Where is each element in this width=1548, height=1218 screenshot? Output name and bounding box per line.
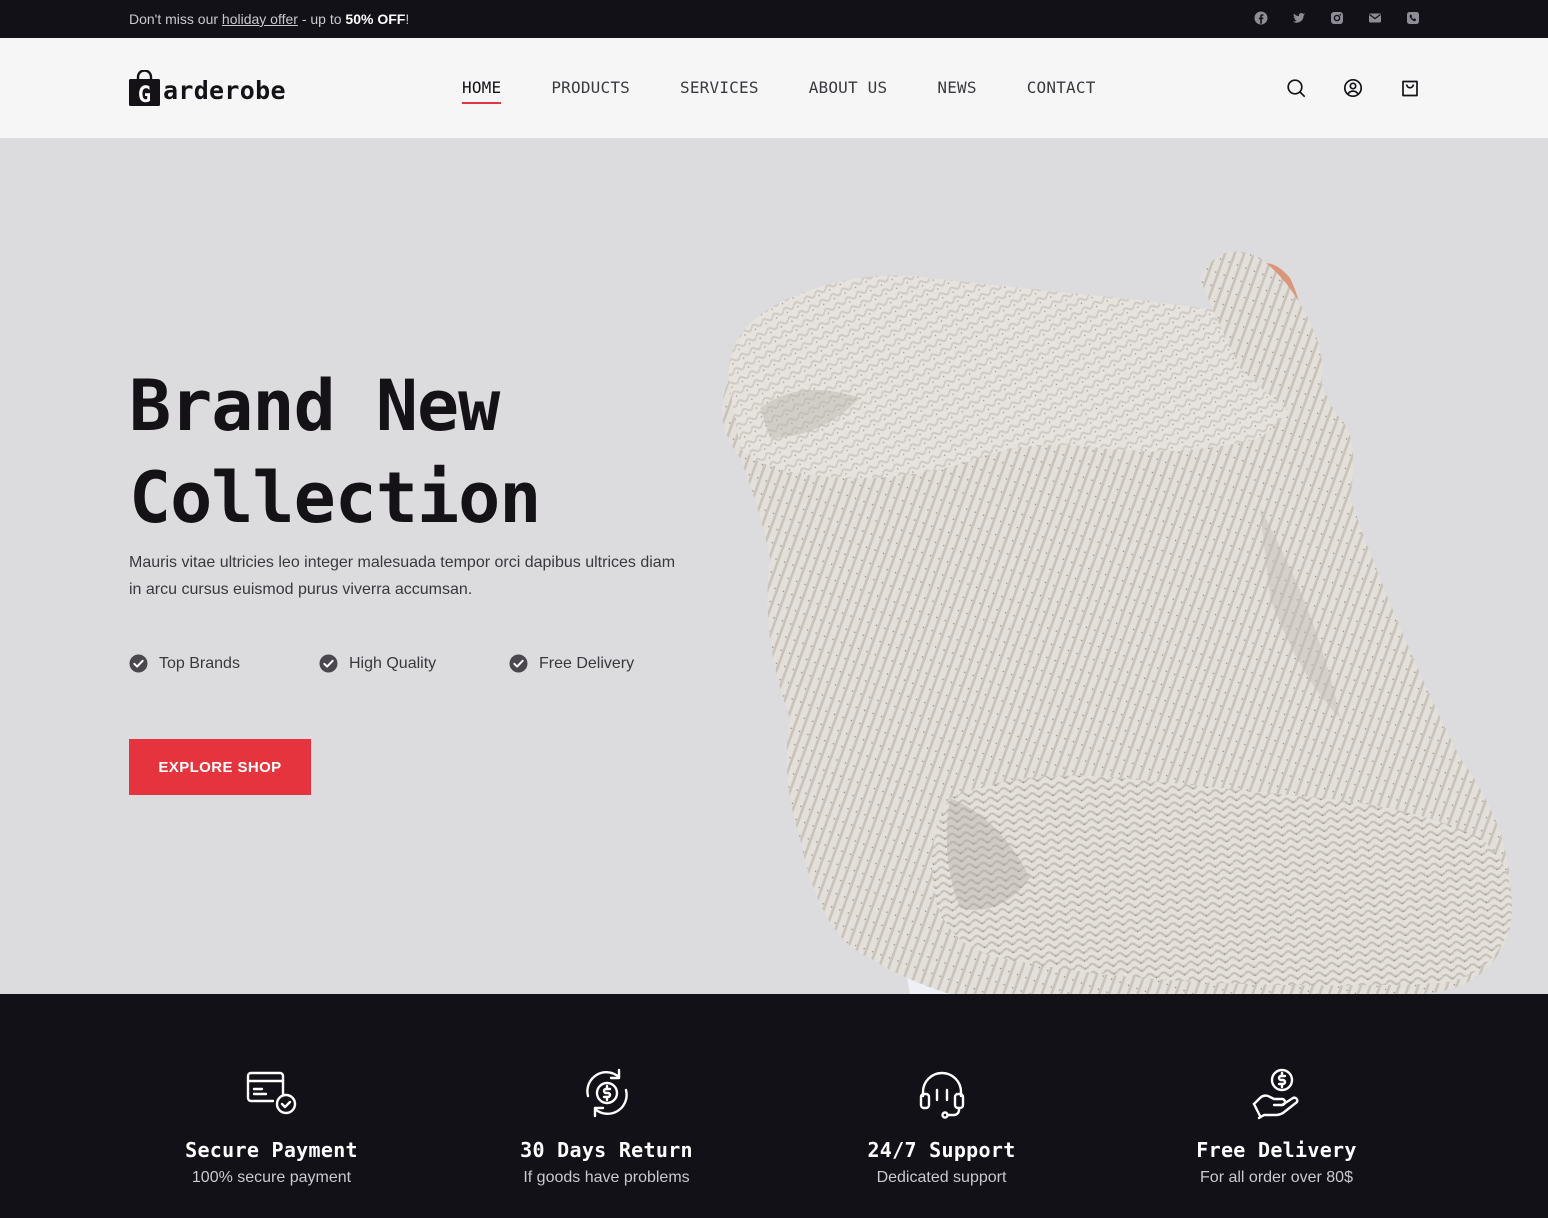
nav-products[interactable]: PRODUCTS [551,78,630,98]
nav-about-us[interactable]: ABOUT US [809,78,888,98]
nav-services[interactable]: SERVICES [680,78,759,98]
check-circle-icon [509,654,528,673]
hand-coin-icon [1250,1066,1304,1120]
check-circle-icon [319,654,338,673]
check-circle-icon [129,654,148,673]
benefit-subtitle: Dedicated support [876,1169,1007,1186]
money-return-icon [580,1066,634,1120]
phone-icon[interactable] [1406,11,1420,25]
shopping-bag-logo-icon: G [129,69,160,108]
cart-icon[interactable] [1400,78,1420,98]
site-header: G arderobe HOME PRODUCTS SERVICES ABOUT … [0,38,1548,138]
benefit-item: 30 Days Return If goods have problems [439,994,774,1218]
mail-icon[interactable] [1368,11,1382,25]
main-nav: HOME PRODUCTS SERVICES ABOUT US NEWS CON… [462,78,1146,104]
nav-news[interactable]: NEWS [937,78,976,98]
holiday-offer-link[interactable]: holiday offer [222,11,298,27]
logo-text: arderobe [163,76,286,105]
benefit-subtitle: 100% secure payment [191,1169,352,1186]
twitter-icon[interactable] [1292,11,1306,25]
benefit-title: 24/7 Support [867,1138,1016,1162]
hero-title-line-1: Brand New [129,365,500,447]
benefit-item: 24/7 Support Dedicated support [774,994,1109,1218]
logo-letter: G [138,83,151,106]
social-links [1254,11,1420,25]
benefits-section: Secure Payment 100% secure payment 30 Da… [0,994,1548,1218]
benefit-title: 30 Days Return [520,1138,693,1162]
hero-features: Top Brands High Quality Free Delivery [129,654,699,673]
header-actions [1286,78,1420,98]
benefit-title: Free Delivery [1196,1138,1357,1162]
headset-icon [915,1066,969,1120]
facebook-icon[interactable] [1254,11,1268,25]
hero-title-line-2: Collection [129,457,541,539]
top-bar: Don't miss our holiday offer - up to 50%… [0,0,1548,38]
logo[interactable]: G arderobe [129,69,286,108]
promo-text: Don't miss our holiday offer - up to 50%… [129,11,410,27]
hero-section: Brand New Collection Mauris vitae ultric… [0,138,1548,994]
benefit-subtitle: If goods have problems [523,1169,690,1186]
feature-item: Free Delivery [509,654,699,673]
hero-sweater-photo [722,251,1512,994]
benefit-item: Secure Payment 100% secure payment [104,994,439,1218]
feature-label: Free Delivery [539,654,635,672]
discount-text: 50% OFF [345,11,406,27]
feature-label: Top Brands [159,654,240,672]
benefit-title: Secure Payment [185,1138,358,1162]
user-icon[interactable] [1343,78,1363,98]
benefit-subtitle: For all order over 80$ [1200,1169,1353,1186]
nav-contact[interactable]: CONTACT [1027,78,1096,98]
explore-shop-button[interactable]: EXPLORE SHOP [129,739,311,795]
benefit-item: Free Delivery For all order over 80$ [1109,994,1444,1218]
nav-home[interactable]: HOME [462,78,502,104]
hero-description: Mauris vitae ultricies leo integer males… [129,554,676,598]
instagram-icon[interactable] [1330,11,1344,25]
credit-card-check-icon [245,1066,299,1120]
search-icon[interactable] [1286,78,1306,98]
feature-item: High Quality [319,654,509,673]
feature-label: High Quality [349,654,437,672]
hero-title: Brand New Collection [129,360,689,544]
feature-item: Top Brands [129,654,319,673]
